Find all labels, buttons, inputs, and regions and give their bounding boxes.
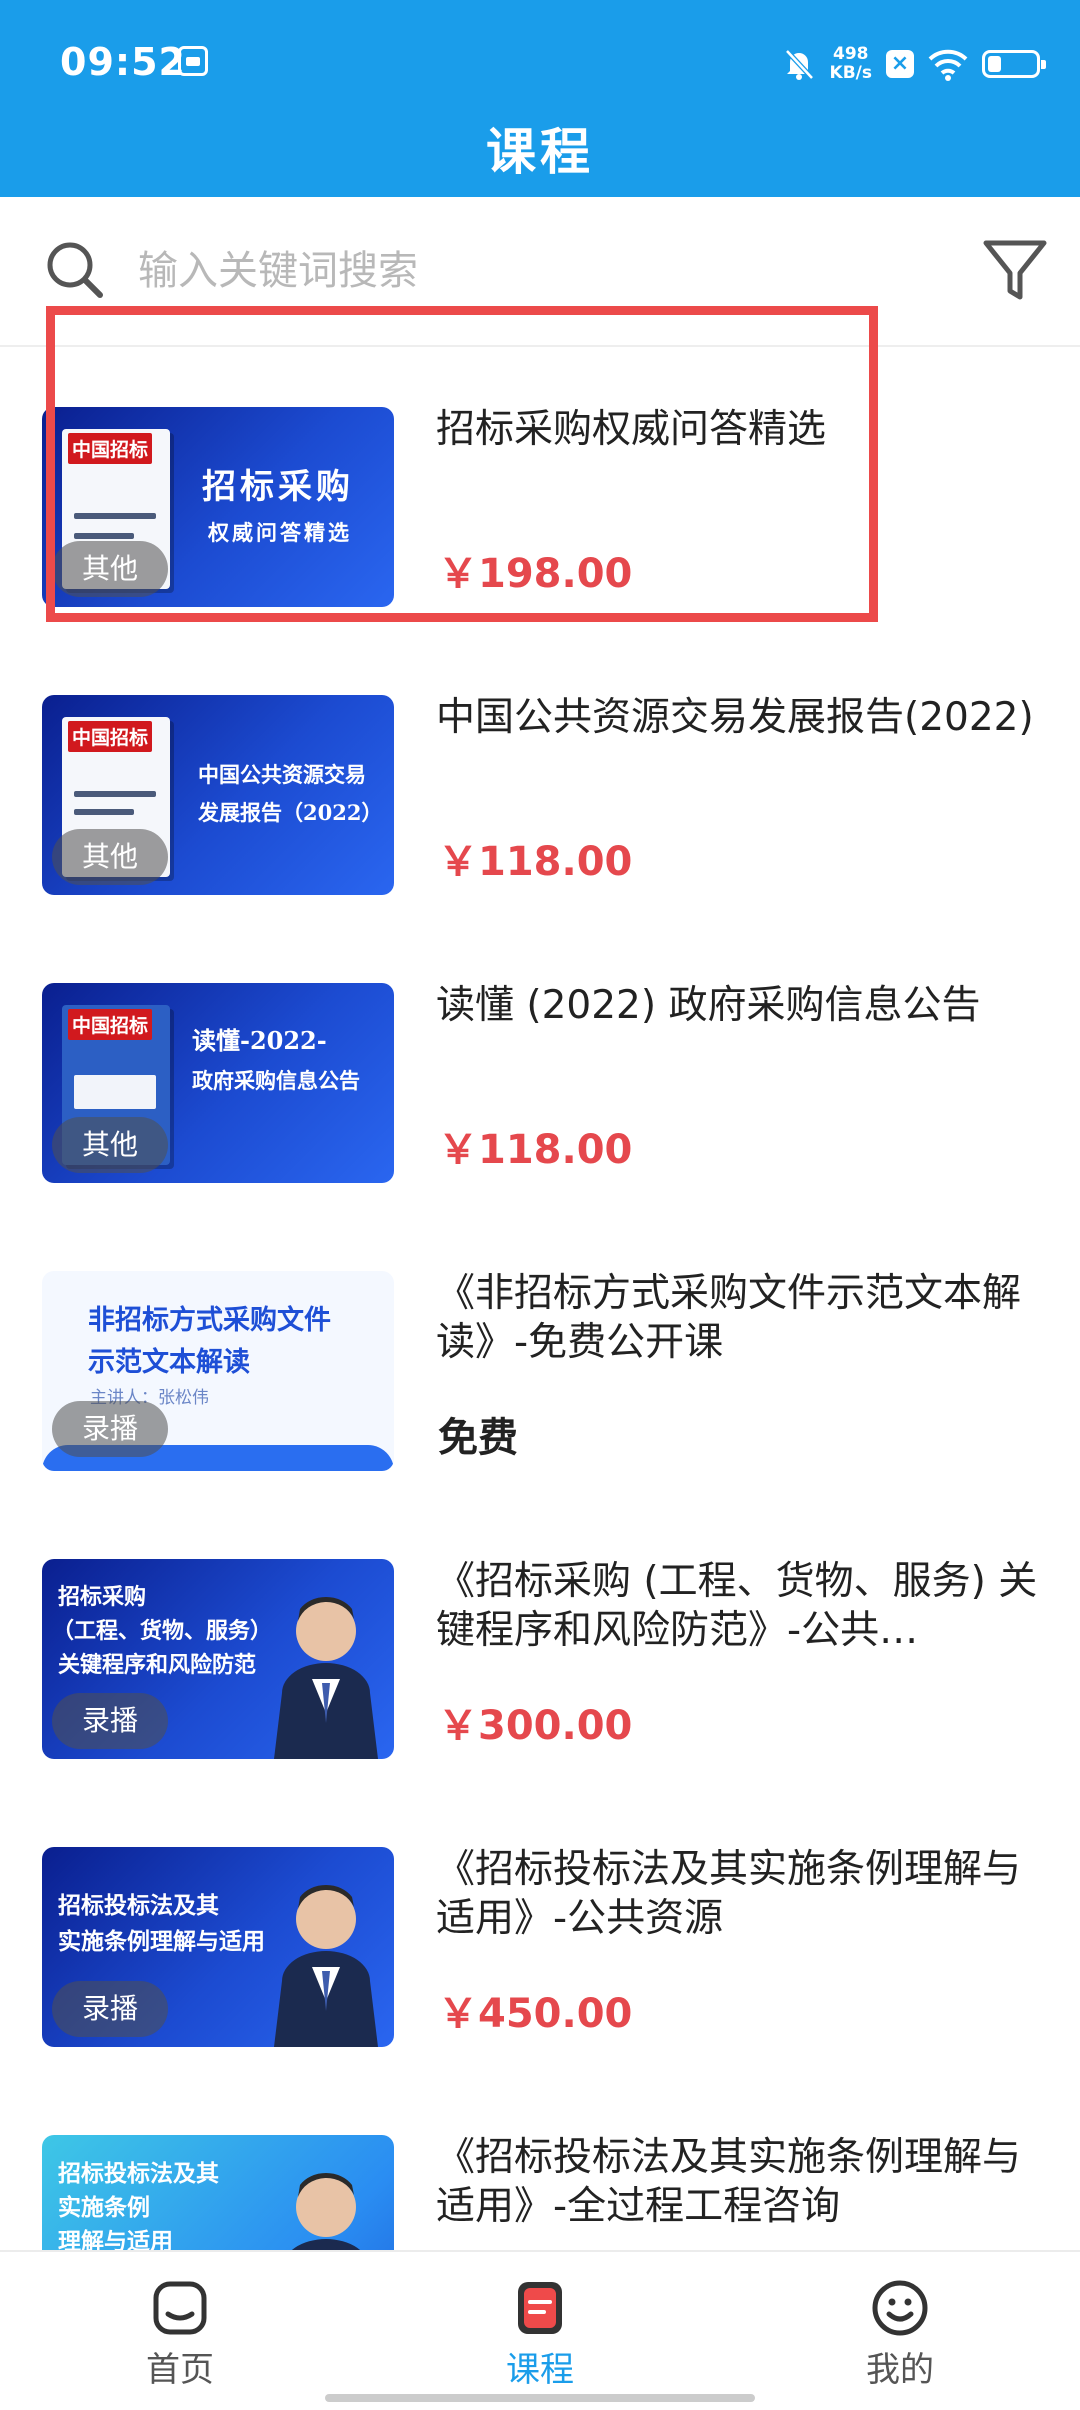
course-tag: 录播 [52, 1981, 169, 2037]
book-line [74, 533, 134, 539]
thumb-line: 关键程序和风险防范 [58, 1653, 257, 1678]
course-title: 中国公共资源交易发展报告(2022) [436, 695, 1034, 740]
course-item[interactable]: 招标采购 （工程、货物、服务） 关键程序和风险防范 录播 《招标采购 (工程、货… [0, 1497, 1080, 1785]
book-brand: 中国招标 [68, 433, 153, 464]
thumb-line: 招标采购 [202, 467, 354, 507]
book-line [74, 791, 156, 797]
smile-icon [872, 2280, 928, 2336]
nav-mine[interactable]: 我的 [720, 2252, 1080, 2410]
course-title: 《非招标方式采购文件示范文本解读》-免费公开课 [436, 1271, 1022, 1365]
course-thumbnail: 中国招标 读懂-2022- 政府采购信息公告 其他 [42, 983, 394, 1183]
course-item[interactable]: 中国招标 读懂-2022- 政府采购信息公告 其他 读懂 (2022) 政府采购… [0, 921, 1080, 1209]
mute-bell-icon [784, 49, 814, 80]
net-speed-unit: KB/s [829, 63, 872, 83]
nav-home[interactable]: 首页 [0, 2252, 360, 2410]
filter-icon[interactable] [980, 235, 1050, 307]
thumb-line: 读懂-2022- [192, 1026, 327, 1055]
nav-label: 我的 [866, 2350, 934, 2390]
nav-label: 课程 [506, 2350, 574, 2390]
thumb-line: 实施条例理解与适用 [58, 1929, 265, 1955]
no-sim-data-icon: × [886, 50, 914, 78]
battery-low-icon [982, 50, 1046, 78]
thumb-line: 实施条例 [58, 2195, 150, 2221]
course-title: 招标采购权威问答精选 [436, 407, 827, 452]
nav-course[interactable]: 课程 [360, 2252, 720, 2410]
course-title: 《招标投标法及其实施条例理解与适用》-公共资源 [436, 1847, 1022, 1941]
course-thumbnail: 中国招标 中国公共资源交易 发展报告（2022） 其他 [42, 695, 394, 895]
course-thumbnail: 招标采购 （工程、货物、服务） 关键程序和风险防范 录播 [42, 1559, 394, 1759]
search-icon[interactable] [42, 237, 108, 303]
home-indicator[interactable] [325, 2394, 755, 2402]
course-title: 《招标投标法及其实施条例理解与适用》-全过程工程咨询 [436, 2135, 1022, 2229]
course-icon [518, 2282, 562, 2334]
course-tag: 录播 [52, 1401, 169, 1457]
course-price: ￥118.00 [438, 839, 633, 885]
wifi-icon [928, 49, 968, 81]
course-thumbnail: 招标投标法及其 实施条例理解与适用 录播 [42, 1847, 394, 2047]
thumb-line: 示范文本解读 [88, 1347, 250, 1378]
thumb-line: 招标投标法及其 [58, 1893, 219, 1919]
thumb-line: 招标采购 [58, 1585, 147, 1610]
net-speed: 498 KB/s [830, 45, 872, 83]
thumb-line: 权威问答精选 [208, 520, 352, 545]
book-line [74, 809, 134, 815]
course-title: 读懂 (2022) 政府采购信息公告 [436, 983, 981, 1028]
course-tag: 录播 [52, 1693, 169, 1749]
course-tag: 其他 [52, 829, 169, 885]
thumb-line: 非招标方式采购文件 [88, 1305, 331, 1336]
course-title: 《招标采购 (工程、货物、服务) 关键程序和风险防范》-公共… [436, 1559, 1038, 1653]
thumb-line: 政府采购信息公告 [192, 1068, 360, 1093]
thumb-line: 发展报告（2022） [198, 800, 383, 825]
book-line [74, 1075, 156, 1109]
status-time: 09:52 [60, 40, 186, 84]
course-price: ￥450.00 [438, 1991, 633, 2037]
course-price: ￥118.00 [438, 1127, 633, 1173]
app-header: 09:52 498 KB/s × 课程 [0, 0, 1080, 197]
home-icon [153, 2281, 207, 2335]
course-tag: 其他 [52, 1117, 169, 1173]
course-item[interactable]: 中国招标 中国公共资源交易 发展报告（2022） 其他 中国公共资源交易发展报告… [0, 633, 1080, 921]
book-brand: 中国招标 [68, 721, 153, 752]
search-bar [0, 197, 1080, 347]
bottom-nav: 首页 课程 我的 [0, 2250, 1080, 2410]
lecturer-photo [274, 1884, 378, 2047]
course-list: 中国招标 招标采购 权威问答精选 其他 招标采购权威问答精选 ￥198.00 中… [0, 345, 1080, 2361]
course-price: 免费 [438, 1415, 518, 1461]
book-brand: 中国招标 [68, 1009, 153, 1040]
search-input[interactable] [138, 245, 838, 297]
thumb-line: 招标投标法及其 [58, 2161, 219, 2187]
net-speed-value: 498 [833, 44, 869, 64]
course-item[interactable]: 非招标方式采购文件 示范文本解读 主讲人：张松伟 录播 《非招标方式采购文件示范… [0, 1209, 1080, 1497]
course-thumbnail: 非招标方式采购文件 示范文本解读 主讲人：张松伟 录播 [42, 1271, 394, 1471]
course-price: ￥198.00 [438, 551, 633, 597]
status-icons: 498 KB/s × [782, 40, 1046, 88]
nav-label: 首页 [146, 2350, 214, 2390]
sim-card-icon [178, 46, 208, 76]
course-thumbnail: 中国招标 招标采购 权威问答精选 其他 [42, 407, 394, 607]
course-tag: 其他 [52, 541, 169, 597]
book-line [74, 513, 156, 519]
course-item[interactable]: 中国招标 招标采购 权威问答精选 其他 招标采购权威问答精选 ￥198.00 [0, 345, 1080, 633]
lecturer-photo [274, 1596, 378, 1759]
course-price: ￥300.00 [438, 1703, 633, 1749]
course-item[interactable]: 招标投标法及其 实施条例理解与适用 录播 《招标投标法及其实施条例理解与适用》-… [0, 1785, 1080, 2073]
thumb-line: 中国公共资源交易 [198, 762, 366, 787]
thumb-line: （工程、货物、服务） [52, 1619, 273, 1644]
page-title: 课程 [486, 123, 594, 181]
